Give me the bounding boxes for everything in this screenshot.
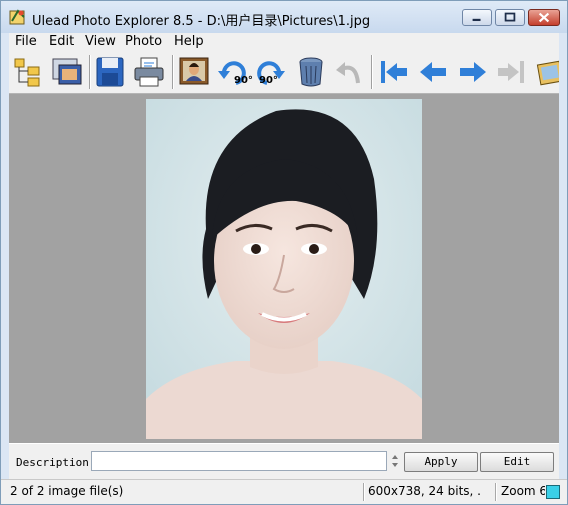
previous-image-button[interactable] <box>416 55 450 89</box>
browse-folders-button[interactable] <box>12 55 46 89</box>
rotate-left-button[interactable]: 90° <box>216 55 253 89</box>
undo-button[interactable] <box>332 55 366 89</box>
photo-properties-button[interactable] <box>177 55 211 89</box>
delete-button[interactable] <box>294 55 328 89</box>
minimize-icon <box>472 18 481 22</box>
rotate-right-label: 90° <box>259 75 278 86</box>
menu-bar: File Edit View Photo Help <box>9 33 559 52</box>
apply-button[interactable]: Apply <box>404 452 478 472</box>
close-icon <box>538 12 550 23</box>
status-bar: 2 of 2 image file(s) 600x738, 24 bits, .… <box>1 479 567 504</box>
browse-folders-icon <box>14 58 40 87</box>
menu-photo[interactable]: Photo <box>125 34 162 49</box>
toolbar-separator <box>89 55 90 89</box>
title-bar[interactable]: Ulead Photo Explorer 8.5 - D:\用户目录\Pictu… <box>1 1 567 33</box>
portrait-photo-icon <box>179 57 209 85</box>
print-icon <box>134 57 164 87</box>
rotate-right-button[interactable]: 90° <box>253 55 287 89</box>
last-image-icon <box>498 61 524 83</box>
description-label: Description: <box>16 456 96 469</box>
status-divider <box>363 483 364 501</box>
save-icon <box>96 57 124 87</box>
previous-image-icon <box>420 62 446 82</box>
first-image-icon <box>381 61 407 83</box>
menu-file[interactable]: File <box>15 34 37 49</box>
slideshow-window-icon <box>52 58 82 85</box>
window-title: Ulead Photo Explorer 8.5 - D:\用户目录\Pictu… <box>32 14 371 29</box>
trash-can-icon <box>299 57 323 87</box>
portrait-image <box>146 99 422 439</box>
app-window: Ulead Photo Explorer 8.5 - D:\用户目录\Pictu… <box>0 0 568 505</box>
toolbar-separator <box>371 55 372 89</box>
status-image-info: 600x738, 24 bits, . <box>368 484 481 498</box>
print-button[interactable] <box>132 55 166 89</box>
status-file-count: 2 of 2 image file(s) <box>10 484 124 498</box>
menu-edit[interactable]: Edit <box>49 34 74 49</box>
photo <box>146 99 422 439</box>
minimize-button[interactable] <box>462 9 492 26</box>
first-image-button[interactable] <box>376 55 410 89</box>
next-image-button[interactable] <box>456 55 490 89</box>
maximize-button[interactable] <box>495 9 525 26</box>
save-button[interactable] <box>93 55 127 89</box>
status-zoom: Zoom 6 <box>501 484 545 498</box>
slideshow-icon <box>536 60 559 86</box>
undo-icon <box>336 62 360 84</box>
description-input[interactable] <box>91 451 387 471</box>
last-image-button[interactable] <box>495 55 529 89</box>
description-spin-icon[interactable] <box>389 451 401 471</box>
edit-button[interactable]: Edit <box>480 452 554 472</box>
close-button[interactable] <box>528 9 560 26</box>
rotate-left-label: 90° <box>234 75 253 86</box>
next-image-icon <box>460 62 486 82</box>
toolbar-separator <box>172 55 173 89</box>
status-divider <box>495 483 496 501</box>
description-bar: Description: Apply Edit <box>9 443 559 479</box>
maximize-icon <box>504 12 516 22</box>
image-viewer[interactable] <box>9 94 559 443</box>
ulead-app-icon <box>9 9 25 25</box>
zoom-indicator <box>546 485 560 499</box>
menu-help[interactable]: Help <box>174 34 204 49</box>
toolbar: 90° 90° <box>9 52 559 94</box>
window-view-button[interactable] <box>50 55 84 89</box>
slideshow-button[interactable] <box>533 55 559 89</box>
menu-view[interactable]: View <box>85 34 116 49</box>
